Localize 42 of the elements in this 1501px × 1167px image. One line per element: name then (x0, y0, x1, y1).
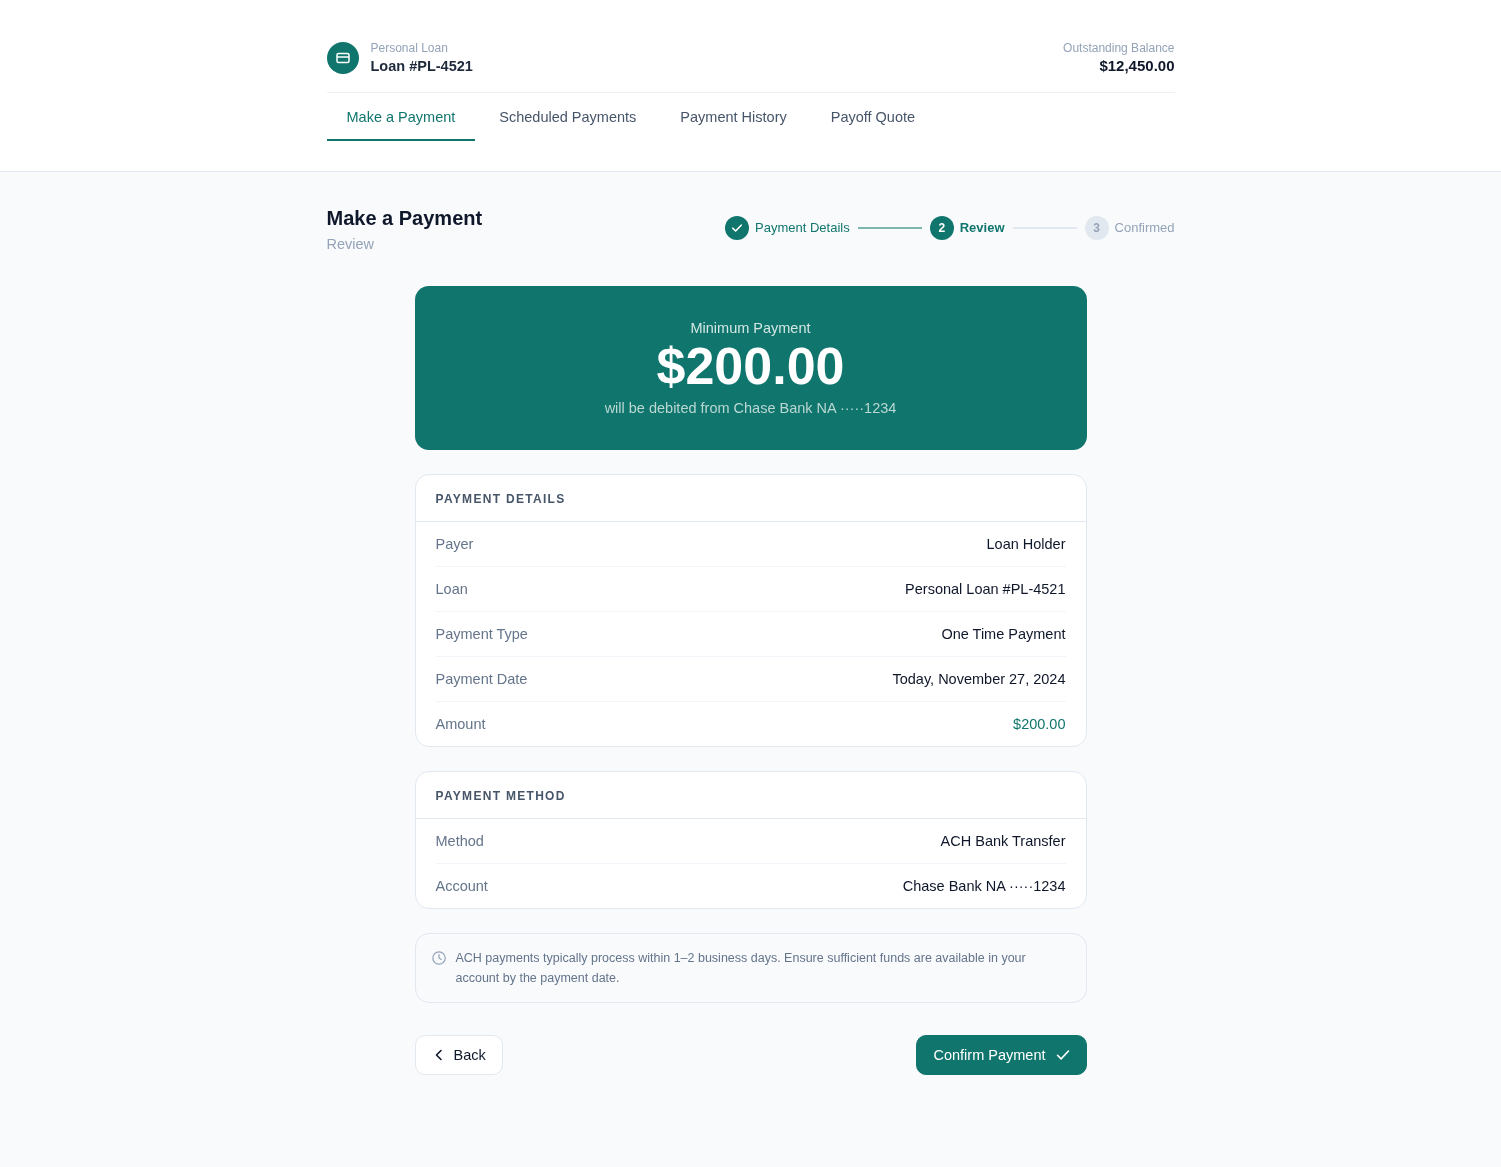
section-title: PAYMENT DETAILS (435, 492, 566, 506)
tab[interactable]: Payoff Quote (810, 93, 936, 141)
check-icon (1055, 1049, 1070, 1061)
step-number: 3 (1084, 216, 1109, 240)
confirm-payment-button[interactable]: Confirm Payment (916, 1035, 1087, 1075)
back-button[interactable]: Back (414, 1035, 503, 1075)
detail-value: ACH Bank Transfer (940, 832, 1066, 851)
balance-amount: $12,450.00 (1099, 56, 1175, 76)
step-label: Payment Details (755, 219, 850, 237)
detail-value: Loan Holder (986, 535, 1066, 554)
detail-value: Chase Bank NA ·····1234 (902, 877, 1066, 896)
credit-card-icon (326, 42, 359, 74)
step-number: 2 (929, 216, 954, 240)
step-label: Review (959, 219, 1005, 237)
detail-label: Amount (435, 715, 486, 734)
payment-amount: $200.00 (656, 338, 845, 394)
step-connector (857, 227, 922, 229)
notice-text: ACH payments typically process within 1–2 business days. Ensure sufficient funds are available in your account by the payment date. (455, 950, 1027, 987)
page-title: Make a Payment (326, 206, 483, 231)
detail-label: Payer (435, 535, 474, 554)
detail-value: $200.00 (1013, 715, 1066, 734)
balance-label: Outstanding Balance (1063, 40, 1175, 56)
tab[interactable]: Scheduled Payments (479, 93, 657, 141)
tab[interactable]: Make a Payment (326, 93, 476, 141)
detail-label: Payment Type (435, 625, 528, 644)
detail-label: Method (435, 832, 484, 851)
detail-value: Personal Loan #PL-4521 (905, 580, 1066, 599)
tab[interactable]: Payment History (660, 93, 807, 141)
chevron-left-icon (433, 1049, 444, 1061)
section-title: PAYMENT METHOD (435, 789, 566, 803)
detail-label: Payment Date (435, 670, 528, 689)
detail-value: One Time Payment (941, 625, 1066, 644)
step-label: Confirmed (1114, 219, 1175, 237)
clock-icon (431, 951, 446, 965)
detail-value: Today, November 27, 2024 (892, 670, 1066, 689)
page-subtitle: Review (326, 235, 376, 254)
detail-label: Loan (435, 580, 468, 599)
debit-note: will be debited from Chase Bank NA ·····1234 (604, 399, 897, 418)
loan-number: Loan #PL-4521 (370, 57, 473, 76)
detail-label: Account (435, 877, 488, 896)
loan-type-label: Personal Loan (370, 40, 449, 56)
summary-label: Minimum Payment (690, 319, 811, 338)
